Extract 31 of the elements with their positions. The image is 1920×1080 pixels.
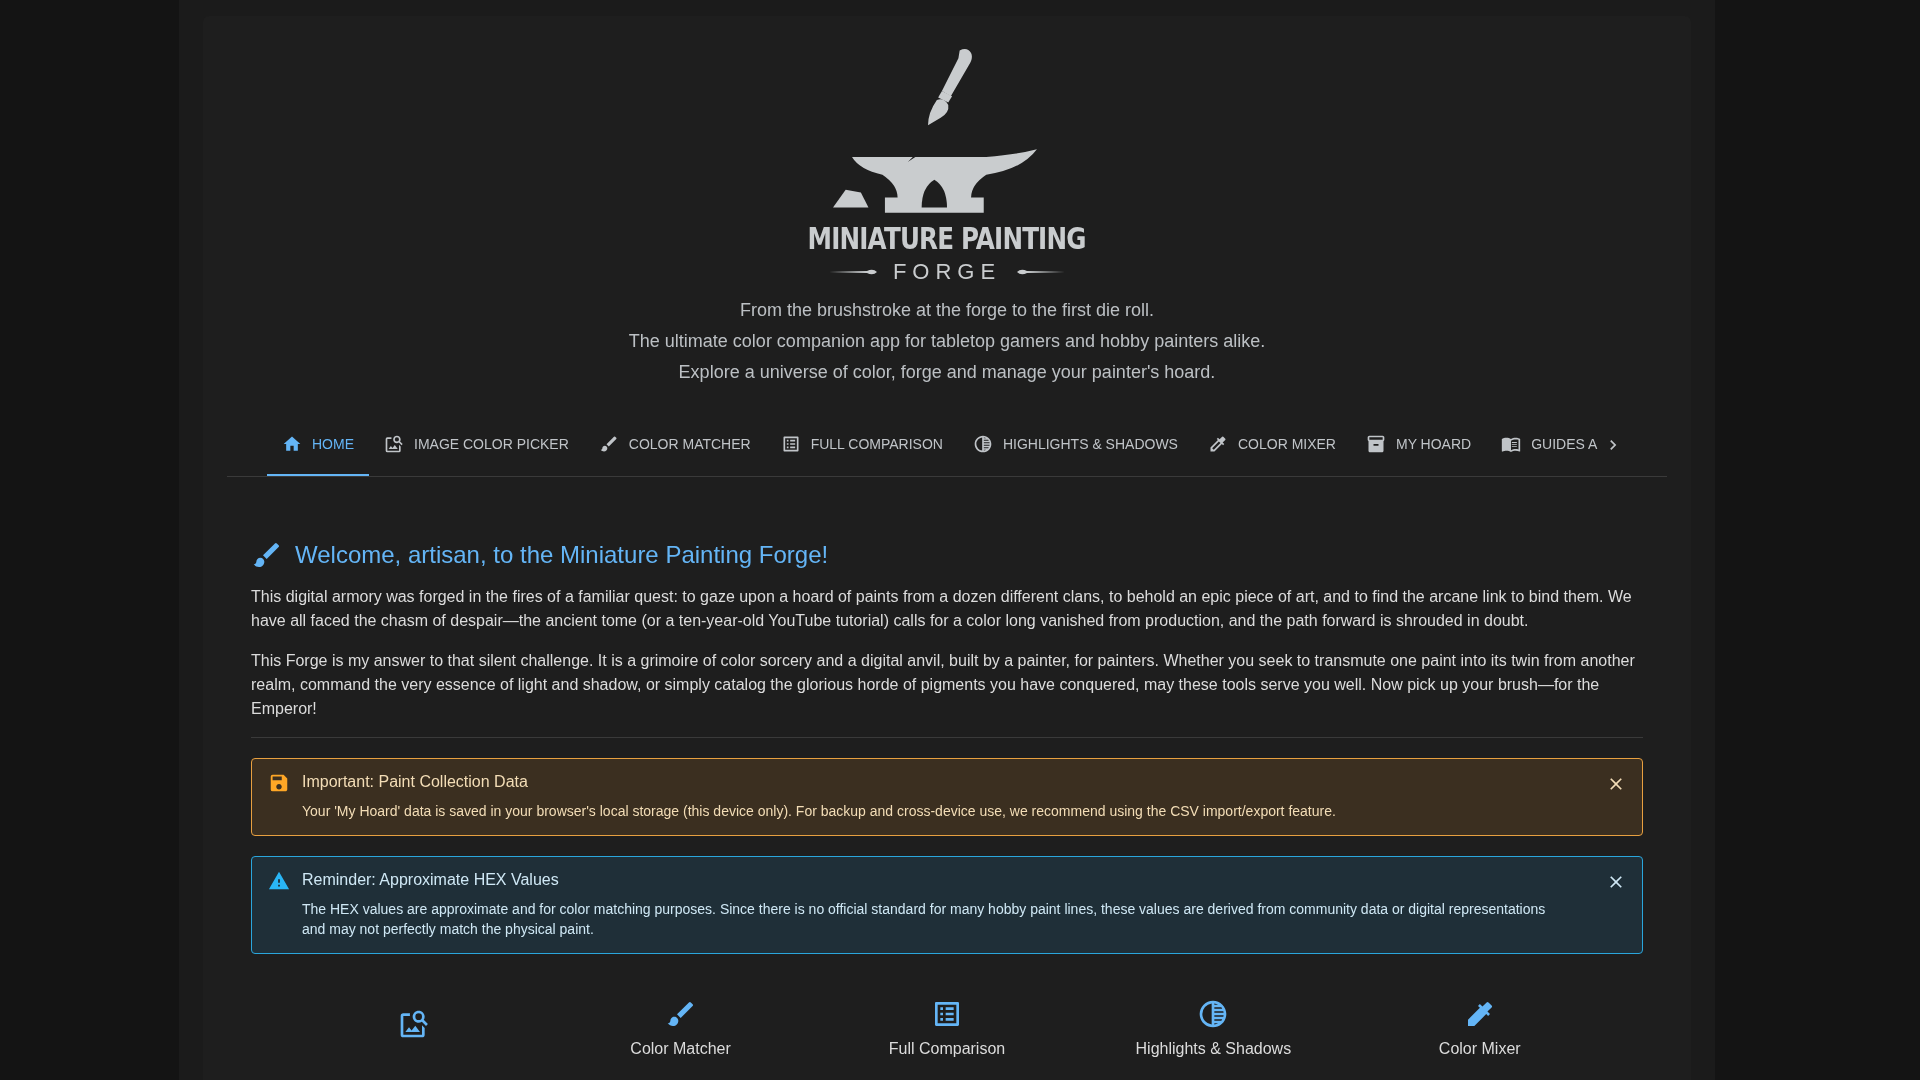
feature-label[interactable]: Highlights & Shadows [1135, 1040, 1292, 1058]
alert-message: Your 'My Hoard' data is saved in your browser's local storage (this device only). For backup and cross-device use, we recommend using the CSV import/export feature. [302, 802, 1337, 821]
brush-icon [598, 434, 619, 454]
contrast-icon [972, 434, 993, 454]
logo-subtitle: FORGE [892, 259, 1002, 285]
nav-tab[interactable]: HOME [267, 414, 369, 476]
nav-tab[interactable]: COLOR MATCHER [583, 414, 766, 476]
alert-message: The HEX values are approximate and for color matching purposes. Since there is no official standard for many hobby paint lines, these values are derived from community data or digital representations and may not perfectly match the physical paint. [302, 900, 1547, 939]
home-icon [282, 434, 302, 454]
tagline: From the brushstroke at the forge to the first die roll. [739, 299, 1155, 322]
tagline: Explore a universe of color, forge and manage your painter's hoard. [678, 361, 1216, 384]
alert-title: Reminder: Approximate HEX Values [302, 871, 560, 889]
intro-paragraph: This digital armory was forged in the fires of a familiar quest: to gaze upon a hoard of paints from a dozen different clans, to behold an epic piece of art, and to find the arcane link to bind them. We have all faced the chasm of despair—the ancient tome (or a ten-year-old YouTube tutorial) calls for a color long vanished from production, and the path forward is shrouded in doubt. [251, 587, 1633, 631]
intro-paragraph: This Forge is my answer to that silent challenge. It is a grimoire of color sorcery and a digital anvil, built by a painter, for painters. Whether you seek to transmute one paint into its twin from another realm, command the very essence of light and shadow, or simply catalog the glorious horde of pigments you have conquered, may these tools serve you well. Now pick up your brush—for the Emperor! [251, 651, 1636, 719]
nav-tab[interactable]: FULL COMPARISON [765, 414, 958, 476]
save-icon [268, 772, 290, 794]
nav-tab[interactable]: IMAGE COLOR PICKER [369, 414, 584, 476]
warning-triangle-icon [268, 870, 290, 892]
feature-label[interactable]: Full Comparison [888, 1040, 1006, 1058]
feature-label[interactable]: Color Matcher [630, 1040, 731, 1058]
image-search-icon [384, 434, 404, 454]
archive-box-icon [1365, 434, 1386, 454]
welcome-heading: Welcome, artisan, to the Miniature Painting Forge! [295, 541, 829, 569]
nav-tab[interactable]: MY HOARD [1350, 414, 1487, 476]
alert-title: Important: Paint Collection Data [302, 773, 529, 791]
nav-tab[interactable]: HIGHLIGHTS & SHADOWS [957, 414, 1193, 476]
nav-tab[interactable]: GUIDES A [1486, 414, 1598, 476]
feature-label[interactable]: Color Mixer [1438, 1040, 1521, 1058]
logo-title: MINIATURE PAINTING [807, 221, 1087, 257]
tagline: The ultimate color companion app for tabletop gamers and hobby painters alike. [628, 330, 1266, 353]
nav-tab[interactable]: COLOR MIXER [1192, 414, 1351, 476]
